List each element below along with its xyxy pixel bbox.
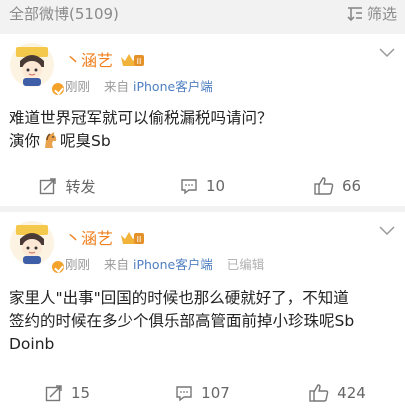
- comment-icon: [176, 386, 192, 402]
- username[interactable]: 丶涵艺: [65, 47, 113, 71]
- post-time: 刚刚: [65, 79, 91, 94]
- repost-button[interactable]: 转发: [0, 171, 135, 201]
- post-meta: 刚刚 来自 iPhone客户端 已编辑: [65, 254, 264, 273]
- post-text-fragment: 演你: [9, 132, 41, 150]
- username-row: 丶涵艺 II: [65, 225, 145, 249]
- like-button[interactable]: 424: [270, 378, 405, 408]
- action-bar: 15 107 424: [0, 378, 405, 408]
- username-row: 丶涵艺 II: [65, 47, 145, 71]
- like-count: 66: [341, 177, 362, 195]
- post-text-fragment: 呢臭Sb: [60, 132, 111, 150]
- post-text-line: 家里人"出事"回国的时候也那么硬就好了，不知道: [9, 289, 349, 307]
- svg-text:II: II: [137, 57, 142, 66]
- verified-badge-icon: [50, 81, 66, 97]
- post-text: 难道世界冠军就可以偷税漏税吗请问？ 演你 呢臭Sb: [9, 107, 396, 153]
- repost-count: 15: [70, 384, 91, 402]
- post-text-line: Doinb: [9, 335, 55, 353]
- avatar[interactable]: [10, 43, 66, 97]
- repost-button[interactable]: 15: [0, 378, 135, 408]
- thumbs-up-icon: [309, 384, 329, 402]
- level-crown-icon: II: [119, 52, 145, 66]
- avatar[interactable]: [10, 221, 66, 275]
- comment-button[interactable]: 10: [135, 171, 270, 201]
- like-count: 424: [337, 384, 366, 402]
- repost-icon: [40, 178, 57, 195]
- filter-button[interactable]: 筛选: [347, 3, 397, 24]
- comment-count: 107: [201, 384, 230, 402]
- action-bar: 转发 10 66: [0, 171, 405, 201]
- source-link[interactable]: iPhone客户端: [133, 257, 213, 272]
- filter-label: 筛选: [366, 5, 397, 23]
- svg-text:II: II: [137, 235, 142, 244]
- avatar-cartoon-image: [10, 221, 54, 265]
- like-button[interactable]: 66: [270, 171, 405, 201]
- repost-label: 转发: [65, 177, 96, 196]
- post-text-line: 演你 呢臭Sb: [9, 130, 396, 153]
- post-time: 刚刚: [65, 257, 91, 272]
- post-text: 家里人"出事"回国的时候也那么硬就好了，不知道 签约的时候在多少个俱乐部高管面前…: [9, 287, 396, 356]
- verified-badge-icon: [50, 259, 66, 275]
- weibo-post: 丶涵艺 II 刚刚 来自 iPhone客户端 已编辑 家里人"出事"回国的时候也…: [0, 212, 405, 417]
- source-link[interactable]: iPhone客户端: [133, 79, 213, 94]
- username[interactable]: 丶涵艺: [65, 225, 113, 249]
- weibo-post: 丶涵艺 II 刚刚 来自 iPhone客户端 难道世界冠军就可以偷税漏税吗请问？…: [0, 34, 405, 206]
- chevron-down-icon[interactable]: [379, 226, 395, 236]
- edited-label[interactable]: 已编辑: [227, 257, 265, 272]
- level-crown-icon: II: [119, 230, 145, 244]
- all-weibo-count[interactable]: 全部微博(5109): [9, 3, 119, 24]
- post-text-line: 难道世界冠军就可以偷税漏税吗请问？: [9, 109, 273, 127]
- source-prefix: 来自: [104, 79, 130, 94]
- thumbs-up-icon: [314, 177, 334, 195]
- post-text-line: 签约的时候在多少个俱乐部高管面前掉小珍珠呢Sb: [9, 312, 355, 330]
- comment-button[interactable]: 107: [135, 378, 270, 408]
- repost-icon: [45, 385, 62, 402]
- post-meta: 刚刚 来自 iPhone客户端: [65, 76, 213, 95]
- top-bar: 全部微博(5109) 筛选: [0, 0, 405, 30]
- horse-emoji-icon: [45, 132, 57, 148]
- comment-count: 10: [205, 177, 226, 195]
- chevron-down-icon[interactable]: [379, 48, 395, 58]
- comment-icon: [181, 179, 197, 195]
- avatar-cartoon-image: [10, 43, 54, 87]
- source-prefix: 来自: [104, 257, 130, 272]
- filter-icon: [347, 6, 362, 21]
